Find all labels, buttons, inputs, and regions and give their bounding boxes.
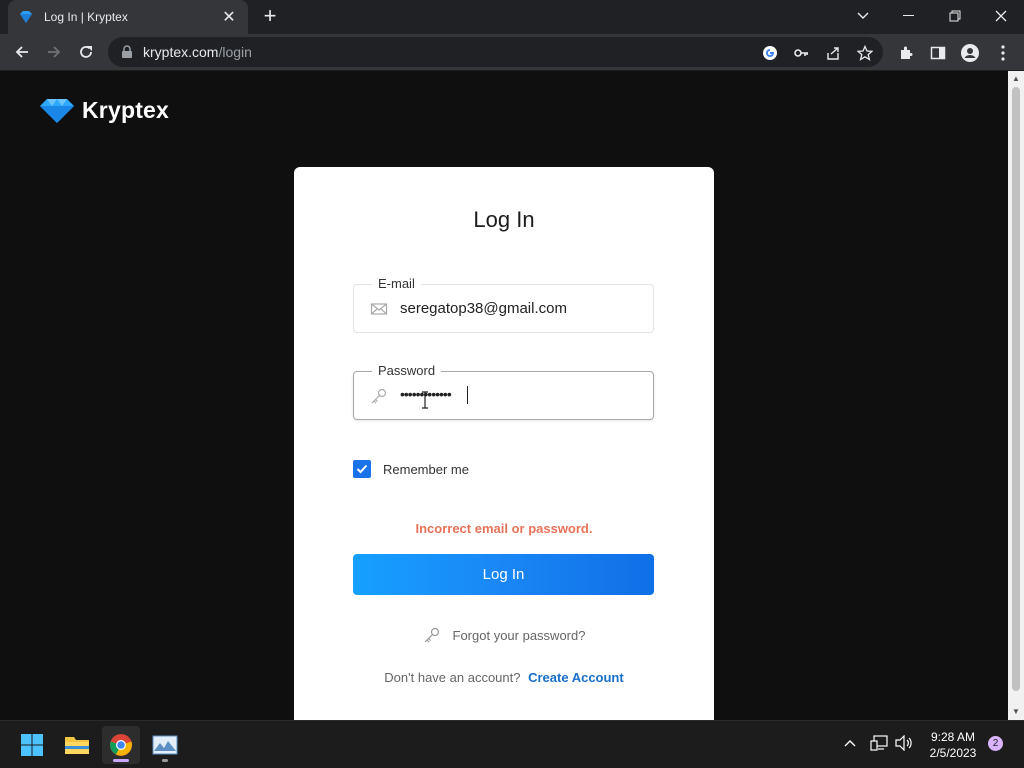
taskbar: 9:28 AM 2/5/2023 (0, 720, 1024, 768)
envelope-icon (370, 303, 388, 315)
signup-row: Don't have an account? Create Account (294, 670, 714, 685)
google-translate-icon[interactable] (761, 44, 779, 62)
scroll-up-icon[interactable]: ▲ (1012, 75, 1020, 83)
tab-close-icon[interactable]: ✕ (220, 7, 238, 27)
diamond-logo-icon (40, 98, 74, 123)
lock-icon[interactable] (120, 45, 134, 59)
page-viewport: Kryptex Log In E-mail seregatop38@gmail.… (0, 71, 1008, 720)
logo-text: Kryptex (82, 97, 170, 123)
password-label: Password (372, 363, 442, 378)
error-message: Incorrect email or password. (415, 521, 593, 536)
new-tab-button[interactable]: + (258, 5, 282, 29)
email-label: E-mail (372, 276, 421, 291)
restore-icon[interactable] (932, 0, 978, 32)
bookmark-star-icon[interactable] (856, 44, 874, 62)
reload-icon[interactable] (72, 38, 100, 66)
tab-strip: Log In | Kryptex ✕ + (0, 0, 1024, 34)
text-caret (467, 386, 468, 404)
ibeam-cursor-icon (422, 391, 428, 409)
browser-toolbar: kryptex.com/login (0, 34, 1024, 71)
kryptex-logo[interactable]: Kryptex (40, 97, 169, 124)
clock-time: 9:28 AM (930, 730, 976, 744)
remember-label: Remember me (383, 461, 469, 477)
volume-icon[interactable] (893, 733, 915, 753)
email-input[interactable]: seregatop38@gmail.com (400, 300, 567, 317)
browser-tab[interactable]: Log In | Kryptex ✕ (8, 0, 248, 34)
login-card: Log In E-mail seregatop38@gmail.com Pass… (294, 167, 714, 720)
create-account-link[interactable]: Create Account (528, 670, 624, 685)
close-window-icon[interactable] (978, 0, 1024, 32)
profile-icon[interactable] (959, 42, 981, 64)
password-field[interactable]: Password ••••••••••••• (353, 363, 654, 420)
forward-icon[interactable] (40, 38, 68, 66)
back-icon[interactable] (8, 38, 36, 66)
menu-kebab-icon[interactable] (992, 42, 1014, 64)
login-button[interactable]: Log In (353, 554, 654, 595)
tab-title: Log In | Kryptex (44, 10, 128, 24)
url-text: kryptex.com/login (143, 44, 252, 60)
forgot-password-text: Forgot your password? (452, 627, 586, 643)
page-scrollbar[interactable]: ▲ ▼ (1008, 71, 1024, 720)
windows-start-icon[interactable] (13, 726, 51, 764)
scroll-down-icon[interactable]: ▼ (1012, 708, 1020, 716)
checkmark-icon (356, 464, 368, 474)
key-icon (424, 627, 439, 643)
tab-search-icon[interactable] (840, 0, 886, 32)
photos-icon[interactable] (146, 726, 184, 764)
active-app-indicator (113, 759, 129, 762)
side-panel-icon[interactable] (927, 42, 949, 64)
signup-prompt: Don't have an account? (384, 670, 521, 685)
file-explorer-icon[interactable] (58, 726, 96, 764)
forgot-password-link[interactable]: Forgot your password? (294, 626, 714, 644)
email-field[interactable]: E-mail seregatop38@gmail.com (353, 276, 654, 333)
key-icon[interactable] (792, 44, 810, 62)
page-title: Log In (473, 207, 535, 232)
scroll-thumb[interactable] (1012, 87, 1020, 691)
share-icon[interactable] (824, 44, 842, 62)
minimize-icon[interactable] (886, 0, 932, 32)
chevron-up-icon[interactable] (842, 733, 858, 753)
remember-me[interactable]: Remember me (353, 460, 469, 478)
address-bar[interactable]: kryptex.com/login (108, 37, 883, 67)
clock[interactable]: 9:28 AM 2/5/2023 (918, 729, 988, 761)
chrome-icon[interactable] (102, 726, 140, 764)
kryptex-favicon-icon (20, 11, 32, 23)
clock-date: 2/5/2023 (929, 746, 977, 760)
network-icon[interactable] (868, 733, 890, 753)
open-app-indicator (162, 759, 168, 762)
key-icon (371, 388, 387, 404)
notification-badge[interactable]: 2 (988, 736, 1003, 751)
remember-checkbox[interactable] (353, 460, 371, 478)
extensions-icon[interactable] (895, 42, 917, 64)
